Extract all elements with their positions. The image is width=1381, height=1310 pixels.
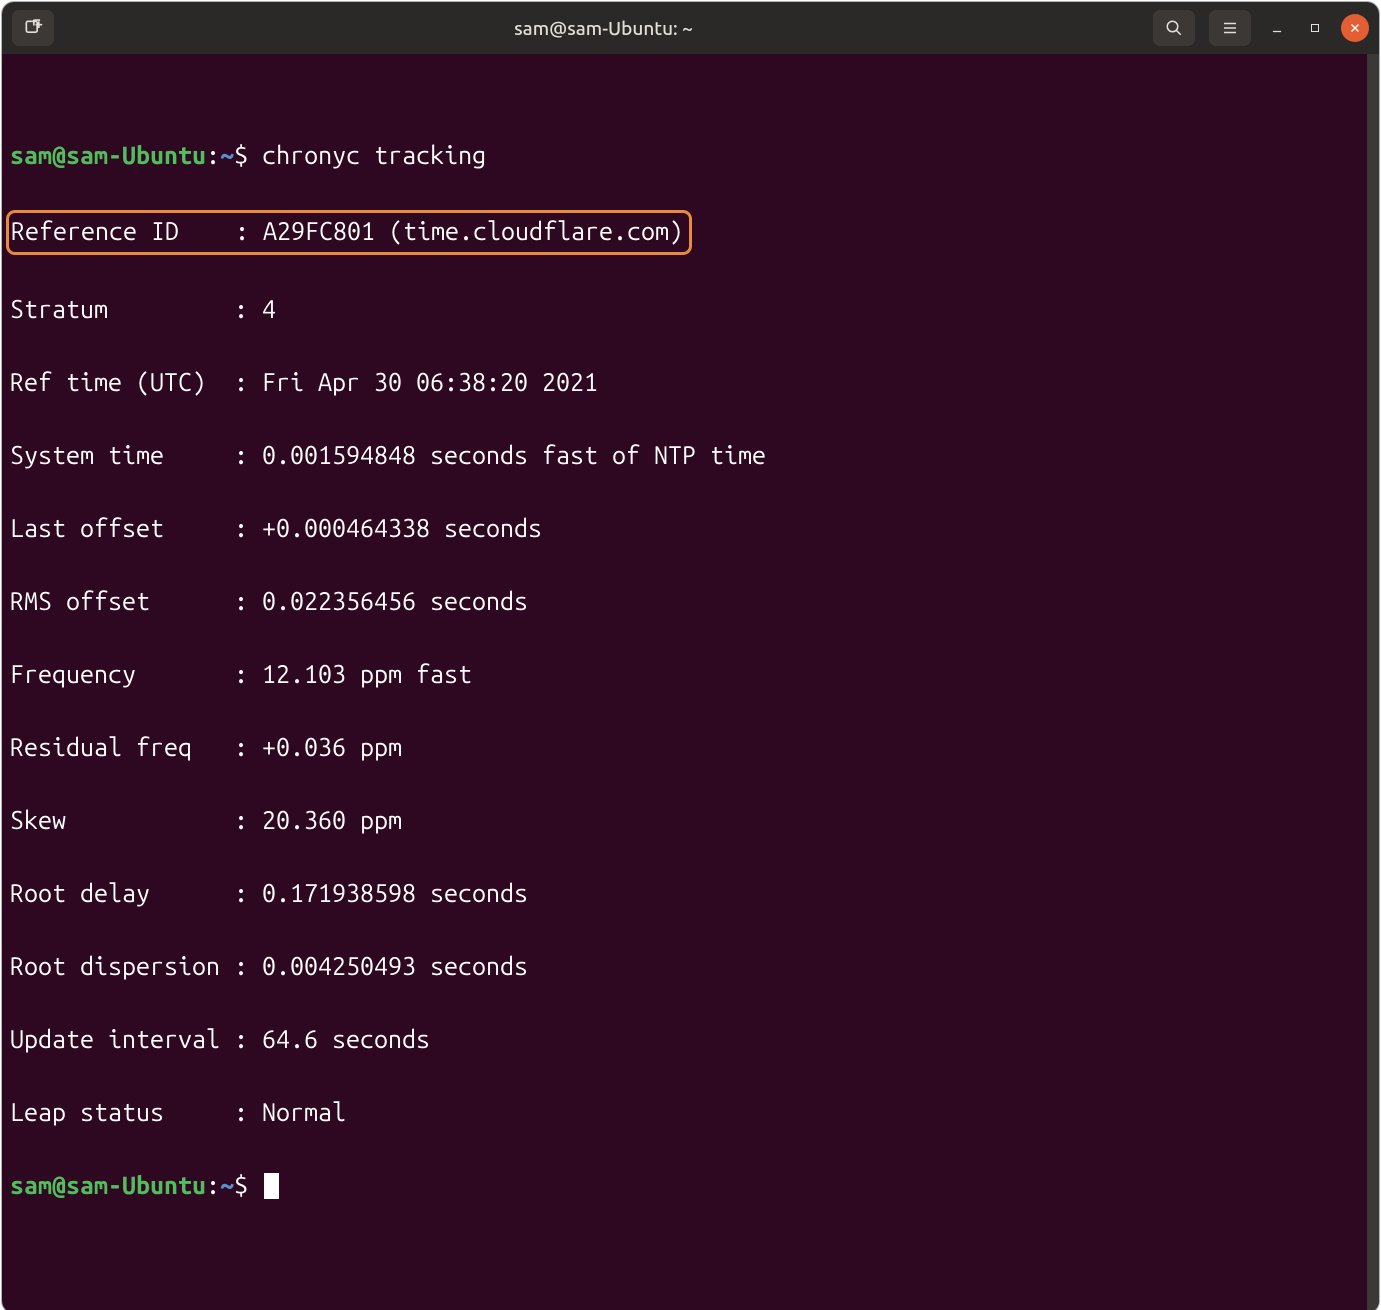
prompt-path: ~ (220, 1171, 234, 1199)
prompt-user: sam (10, 141, 52, 169)
output-line: Stratum : 4 (10, 291, 1371, 328)
close-button[interactable] (1341, 14, 1369, 42)
prompt-line-2: sam@sam-Ubuntu:~$ (10, 1167, 1371, 1204)
output-line: Root dispersion : 0.004250493 seconds (10, 948, 1371, 985)
new-tab-button[interactable] (12, 10, 54, 46)
prompt-at: @ (52, 1171, 66, 1199)
prompt-line-1: sam@sam-Ubuntu:~$ chronyc tracking (10, 137, 1371, 174)
maximize-button[interactable] (1303, 16, 1327, 40)
terminal-window: sam@sam-Ubuntu: ~ sam@sam-Ubuntu:~$ chro… (2, 2, 1379, 1310)
menu-icon[interactable] (1209, 10, 1251, 46)
prompt-host: sam-Ubuntu (66, 1171, 206, 1199)
minimize-button[interactable] (1265, 16, 1289, 40)
terminal-body[interactable]: sam@sam-Ubuntu:~$ chronyc tracking Refer… (2, 54, 1379, 1310)
prompt-user: sam (10, 1171, 52, 1199)
prompt-host: sam-Ubuntu (66, 141, 206, 169)
output-line: Skew : 20.360 ppm (10, 802, 1371, 839)
cursor (264, 1173, 279, 1199)
prompt-at: @ (52, 141, 66, 169)
output-line: Frequency : 12.103 ppm fast (10, 656, 1371, 693)
output-ref-id: Reference ID : A29FC801 (time.cloudflare… (10, 210, 1371, 255)
prompt-path: ~ (220, 141, 234, 169)
scrollbar[interactable] (1367, 54, 1379, 1310)
output-line: System time : 0.001594848 seconds fast o… (10, 437, 1371, 474)
highlight-box: Reference ID : A29FC801 (time.cloudflare… (6, 210, 692, 255)
output-line: Ref time (UTC) : Fri Apr 30 06:38:20 202… (10, 364, 1371, 401)
output-line: Update interval : 64.6 seconds (10, 1021, 1371, 1058)
window-title: sam@sam-Ubuntu: ~ (54, 17, 1153, 39)
prompt-symbol: $ (234, 141, 248, 169)
prompt-symbol: $ (234, 1171, 248, 1199)
output-line: Residual freq : +0.036 ppm (10, 729, 1371, 766)
prompt-colon: : (206, 141, 220, 169)
output-line: Root delay : 0.171938598 seconds (10, 875, 1371, 912)
output-line: Last offset : +0.000464338 seconds (10, 510, 1371, 547)
output-line: Leap status : Normal (10, 1094, 1371, 1131)
prompt-colon: : (206, 1171, 220, 1199)
titlebar: sam@sam-Ubuntu: ~ (2, 2, 1379, 54)
search-icon[interactable] (1153, 10, 1195, 46)
output-line: RMS offset : 0.022356456 seconds (10, 583, 1371, 620)
command-text: chronyc tracking (262, 141, 486, 169)
